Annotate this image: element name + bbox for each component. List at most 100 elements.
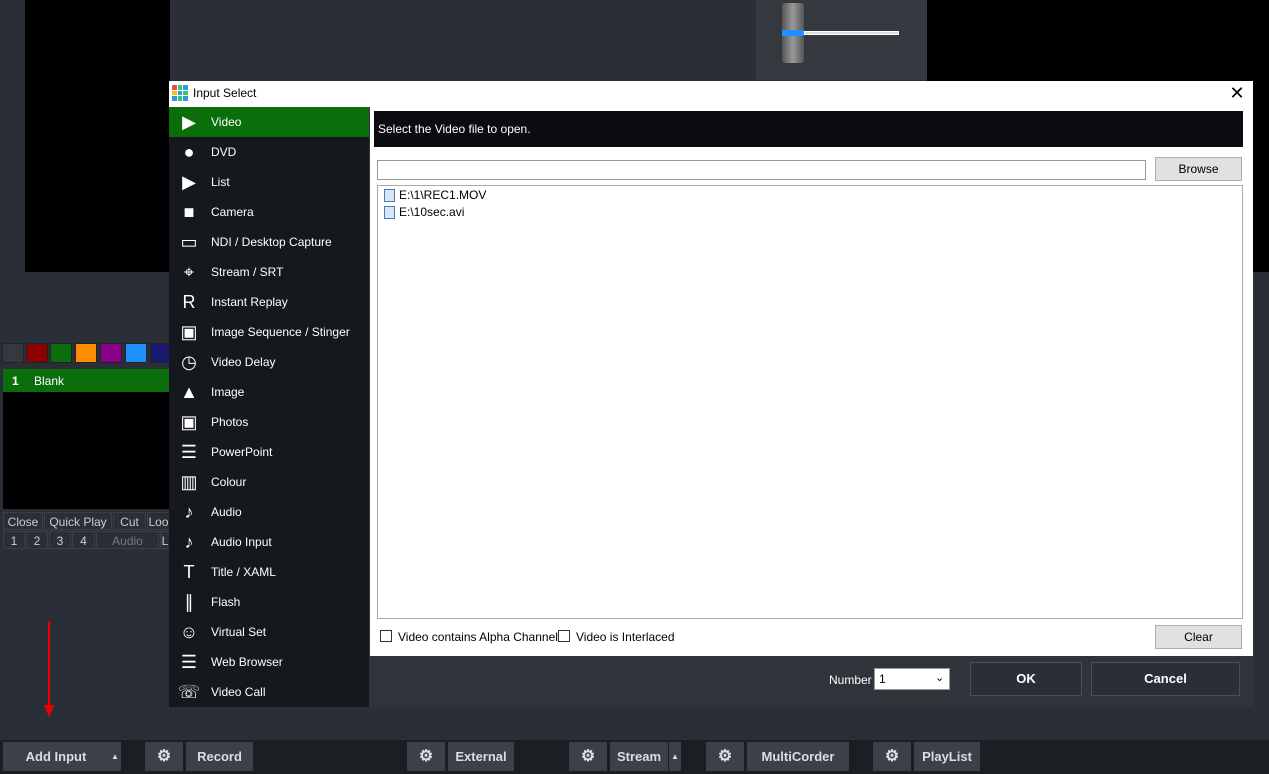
multicorder-gear-icon[interactable]: ⚙: [706, 742, 744, 771]
presentation-icon: ☰: [180, 442, 198, 462]
sidebar-item-label: Title / XAML: [211, 565, 276, 579]
sidebar-item-audio[interactable]: ♪ Audio: [169, 497, 369, 527]
alpha-channel-checkbox[interactable]: [380, 630, 392, 642]
sidebar-item-powerpoint[interactable]: ☰ PowerPoint: [169, 437, 369, 467]
ok-button[interactable]: OK: [970, 662, 1082, 696]
sidebar-item-label: Image: [211, 385, 245, 399]
image-sequence-icon: ▣: [180, 322, 198, 342]
sidebar-item-colour[interactable]: ▥ Colour: [169, 467, 369, 497]
dialog-titlebar[interactable]: [169, 81, 1253, 107]
virtual-set-icon: ☺: [179, 622, 199, 642]
colour-tab-default[interactable]: [2, 343, 24, 363]
sidebar-item-video-call[interactable]: ☏ Video Call: [169, 677, 369, 707]
sidebar-item-label: Virtual Set: [211, 625, 267, 639]
sidebar-item-dvd[interactable]: ● DVD: [169, 137, 369, 167]
sidebar-item-instant-replay[interactable]: R Instant Replay: [169, 287, 369, 317]
chevron-down-icon[interactable]: ⌄: [935, 671, 944, 684]
close-icon[interactable]: ✕: [1228, 83, 1246, 104]
camera-icon: ■: [183, 202, 195, 222]
sidebar-item-web-browser[interactable]: ☰ Web Browser: [169, 647, 369, 677]
file-list[interactable]: [377, 185, 1243, 619]
sidebar-item-image[interactable]: ▲ Image: [169, 377, 369, 407]
colour-tab-red[interactable]: [26, 343, 48, 363]
sidebar-item-label: Video Call: [211, 685, 266, 699]
sidebar-item-label: Video Delay: [211, 355, 276, 369]
multicorder-button[interactable]: MultiCorder: [747, 742, 849, 771]
sidebar-item-camera[interactable]: ■ Camera: [169, 197, 369, 227]
stream-caret-icon[interactable]: ▲: [669, 742, 681, 771]
t-bar-indicator: [782, 30, 804, 36]
sidebar-item-virtual-set[interactable]: ☺ Virtual Set: [169, 617, 369, 647]
external-gear-icon[interactable]: ⚙: [407, 742, 445, 771]
number-label: Number: [829, 673, 872, 687]
sidebar-item-video[interactable]: ▶ Video: [169, 107, 369, 137]
alpha-channel-label: Video contains Alpha Channel: [398, 630, 558, 644]
input-name: Blank: [34, 374, 65, 388]
sidebar-item-label: Stream / SRT: [211, 265, 284, 279]
sidebar-item-audio-input[interactable]: ♪ Audio Input: [169, 527, 369, 557]
sidebar-item-stream-srt[interactable]: ⌖ Stream / SRT: [169, 257, 369, 287]
add-input-caret-icon[interactable]: ▲: [109, 742, 121, 771]
file-name: E:\10sec.avi: [399, 205, 465, 219]
close-button[interactable]: Close: [3, 512, 43, 530]
instruction-text: Select the Video file to open.: [374, 111, 1243, 147]
sidebar-item-label: Flash: [211, 595, 241, 609]
clock-icon: ◷: [181, 352, 197, 372]
colour-tab-purple[interactable]: [100, 343, 122, 363]
stream-button[interactable]: Stream: [610, 742, 668, 771]
overlay-2-button[interactable]: 2: [26, 531, 48, 549]
add-input-button[interactable]: Add Input: [3, 742, 109, 771]
cut-button[interactable]: Cut: [113, 512, 146, 530]
sidebar-item-label: List: [211, 175, 230, 189]
sidebar-item-label: Image Sequence / Stinger: [211, 325, 350, 339]
colour-tab-blue[interactable]: [125, 343, 147, 363]
playlist-gear-icon[interactable]: ⚙: [873, 742, 911, 771]
external-button[interactable]: External: [448, 742, 514, 771]
sidebar-item-flash[interactable]: ∥ Flash: [169, 587, 369, 617]
t-bar-track[interactable]: [804, 31, 899, 35]
interlaced-checkbox[interactable]: [558, 630, 570, 642]
colour-icon: ▥: [180, 472, 198, 492]
video-file-icon: [384, 189, 395, 203]
sidebar-item-label: PowerPoint: [211, 445, 273, 459]
overlay-1-button[interactable]: 1: [3, 531, 25, 549]
list-item[interactable]: E:\1\REC1.MOV: [384, 188, 486, 204]
stream-gear-icon[interactable]: ⚙: [569, 742, 607, 771]
file-path-input[interactable]: [377, 160, 1146, 180]
overlay-3-button[interactable]: 3: [49, 531, 71, 549]
sidebar-item-video-delay[interactable]: ◷ Video Delay: [169, 347, 369, 377]
list-item[interactable]: E:\10sec.avi: [384, 205, 464, 221]
loop-button[interactable]: Loo: [147, 512, 170, 530]
sidebar-item-label: DVD: [211, 145, 237, 159]
input-row[interactable]: [3, 369, 170, 392]
colour-tab-green[interactable]: [50, 343, 72, 363]
input-preview: [3, 392, 170, 509]
overlay-4-button[interactable]: 4: [72, 531, 95, 549]
sidebar-item-list[interactable]: ▶ List: [169, 167, 369, 197]
image-icon: ▲: [180, 382, 198, 402]
sidebar-item-label: Video: [211, 115, 242, 129]
cancel-button[interactable]: Cancel: [1091, 662, 1240, 696]
sidebar-item-ndi-desktop-capture[interactable]: ▭ NDI / Desktop Capture: [169, 227, 369, 257]
record-button[interactable]: Record: [186, 742, 253, 771]
video-file-icon: [384, 206, 395, 220]
playlist-button[interactable]: PlayList: [914, 742, 980, 771]
clear-button[interactable]: Clear: [1155, 625, 1242, 649]
audio-button[interactable]: Audio: [96, 531, 159, 549]
quick-play-button[interactable]: Quick Play: [44, 512, 112, 530]
interlaced-label: Video is Interlaced: [576, 630, 675, 644]
disc-icon: ●: [183, 142, 195, 162]
photos-icon: ▣: [180, 412, 198, 432]
colour-tab-orange[interactable]: [75, 343, 97, 363]
input-number: 1: [12, 374, 19, 388]
sidebar-item-title-xaml[interactable]: T Title / XAML: [169, 557, 369, 587]
sidebar-item-image-sequence-stinger[interactable]: ▣ Image Sequence / Stinger: [169, 317, 369, 347]
red-arrow-head: [44, 705, 54, 717]
vmix-logo-icon: [172, 85, 188, 101]
browse-button[interactable]: Browse: [1155, 157, 1242, 181]
record-gear-icon[interactable]: ⚙: [145, 742, 183, 771]
sidebar-item-label: Web Browser: [211, 655, 283, 669]
flash-icon: ∥: [184, 592, 194, 612]
sidebar-item-photos[interactable]: ▣ Photos: [169, 407, 369, 437]
video-call-icon: ☏: [177, 682, 201, 702]
